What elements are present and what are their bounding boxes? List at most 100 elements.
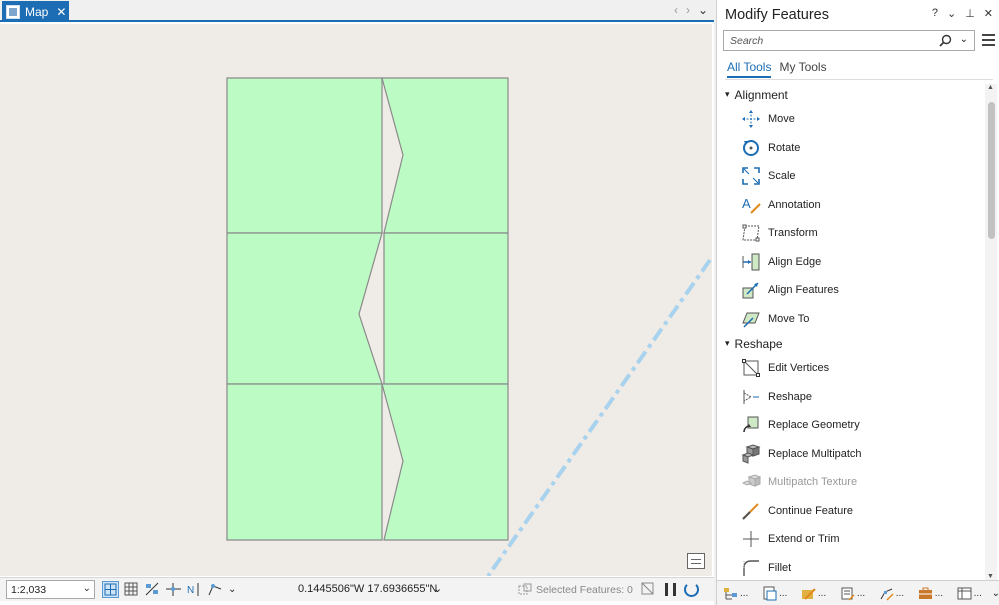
close-tab-icon[interactable]: ✕ xyxy=(56,6,66,18)
fixed-extent-icon[interactable] xyxy=(102,581,119,598)
pane-tab-1[interactable]: ... xyxy=(723,583,762,603)
pane-tab-6[interactable]: ... xyxy=(918,583,957,603)
parcel-polygon[interactable] xyxy=(383,232,509,385)
tool-align-edge[interactable]: Align Edge xyxy=(717,248,985,277)
chevron-down-icon[interactable]: ⌄ xyxy=(992,588,999,599)
chevron-down-icon[interactable]: ⌄ xyxy=(698,3,708,17)
group-header-alignment[interactable]: ▾ Alignment xyxy=(717,84,985,105)
tool-replace-multipatch[interactable]: Replace Multipatch xyxy=(717,440,985,469)
multipatch-texture-icon xyxy=(740,472,761,493)
move-icon xyxy=(740,109,761,130)
tool-reshape[interactable]: Reshape xyxy=(717,383,985,412)
chevron-down-icon[interactable]: ▾ xyxy=(725,89,730,100)
map-canvas[interactable] xyxy=(0,24,712,576)
scale-select[interactable]: 1:2,033 ⌄ xyxy=(6,580,95,599)
pane-tab-label: ... xyxy=(895,587,905,599)
parcel-polygon[interactable] xyxy=(226,77,383,234)
pane-tab-label: ... xyxy=(778,587,788,599)
tabs-divider xyxy=(725,79,993,80)
tool-move[interactable]: Move xyxy=(717,105,985,134)
parcel-polygon[interactable] xyxy=(381,383,509,541)
group-label: Reshape xyxy=(734,336,783,351)
chevron-down-icon[interactable]: ⌄ xyxy=(433,582,442,595)
svg-text:A: A xyxy=(742,196,751,211)
tool-transform[interactable]: Transform xyxy=(717,219,985,248)
chevron-left-icon[interactable]: ‹ xyxy=(674,3,678,17)
options-chevron-icon[interactable]: ⌄ xyxy=(947,7,956,20)
replace-geometry-icon xyxy=(740,415,761,436)
tool-align-features[interactable]: Align Features xyxy=(717,276,985,305)
pane-tab-label: ... xyxy=(856,587,866,599)
pane-tab-4[interactable]: ... xyxy=(840,583,879,603)
pane-tab-label: ... xyxy=(817,587,827,599)
refresh-icon[interactable] xyxy=(684,582,699,597)
tool-list-scrollbar[interactable]: ▲ ▼ xyxy=(985,84,997,580)
search-box[interactable]: ⌄ xyxy=(723,30,975,51)
pane-tab-label: ... xyxy=(740,587,749,599)
scroll-down-icon[interactable]: ▼ xyxy=(987,573,994,580)
dashed-boundary-line[interactable] xyxy=(486,258,712,576)
chevron-down-icon[interactable]: ⌄ xyxy=(960,34,968,45)
chevron-right-icon[interactable]: › xyxy=(686,3,690,17)
tool-edit-vertices[interactable]: Edit Vertices xyxy=(717,354,985,383)
rotate-icon xyxy=(740,137,761,158)
topology-icon[interactable] xyxy=(207,581,224,598)
scroll-up-icon[interactable]: ▲ xyxy=(987,84,994,91)
chevron-down-icon[interactable]: ⌄ xyxy=(228,584,236,595)
selected-features-label: Selected Features: 0 xyxy=(536,584,633,596)
parcel-polygon[interactable] xyxy=(381,77,509,234)
tool-rotate[interactable]: Rotate xyxy=(717,134,985,163)
selected-features[interactable]: Selected Features: 0 xyxy=(518,583,633,597)
selection-icon xyxy=(518,583,532,595)
tool-label: Move xyxy=(768,113,795,126)
annotation-icon: A xyxy=(740,194,761,215)
tool-replace-geometry[interactable]: Replace Geometry xyxy=(717,411,985,440)
menu-icon[interactable] xyxy=(982,34,995,46)
pin-icon[interactable]: ⊥ xyxy=(965,7,975,20)
scroll-thumb[interactable] xyxy=(988,102,995,239)
extend-trim-icon xyxy=(740,529,761,550)
tool-continue-feature[interactable]: Continue Feature xyxy=(717,497,985,526)
tool-label: Move To xyxy=(768,312,810,325)
tool-annotation[interactable]: A Annotation xyxy=(717,191,985,220)
pane-tab-5[interactable]: ... xyxy=(879,583,918,603)
group-header-reshape[interactable]: ▾ Reshape xyxy=(717,333,985,354)
search-input[interactable] xyxy=(730,34,930,47)
tool-multipatch-texture: Multipatch Texture xyxy=(717,468,985,497)
tool-label: Replace Multipatch xyxy=(768,447,862,460)
tool-move-to[interactable]: Move To xyxy=(717,305,985,334)
pane-tab-3[interactable]: ... xyxy=(801,583,840,603)
tool-fillet[interactable]: Fillet xyxy=(717,554,985,581)
tab-all-tools[interactable]: All Tools xyxy=(727,60,772,78)
pane-tab-7[interactable]: ... xyxy=(957,583,996,603)
parcel-polygon[interactable] xyxy=(226,383,383,541)
table-icon[interactable] xyxy=(640,581,657,598)
basemap-attribution-icon[interactable] xyxy=(687,553,705,569)
catalog-tab-icon xyxy=(723,586,738,601)
pane-tab-label: ... xyxy=(973,587,982,599)
search-icon[interactable] xyxy=(939,34,952,47)
tool-label: Reshape xyxy=(768,390,813,403)
tab-map[interactable]: Map ✕ xyxy=(2,1,69,22)
north-arrow-icon[interactable]: N xyxy=(186,581,203,598)
layout-tab-icon xyxy=(762,586,777,601)
snapping-icon[interactable] xyxy=(144,581,161,598)
chevron-down-icon[interactable]: ▾ xyxy=(725,338,730,349)
tool-label: Align Edge xyxy=(768,255,822,268)
constraints-icon[interactable] xyxy=(165,581,182,598)
tab-my-tools[interactable]: My Tools xyxy=(779,60,826,78)
tool-scale[interactable]: Scale xyxy=(717,162,985,191)
map-features[interactable] xyxy=(0,24,712,576)
tool-label: Scale xyxy=(768,170,796,183)
grid-icon[interactable] xyxy=(123,581,140,598)
map-pane: Map ✕ ‹ › ⌄ 1:2,033 ⌄ N ⌄ 0.1445506"W 17… xyxy=(0,0,714,605)
pause-icon[interactable] xyxy=(665,583,676,596)
help-icon[interactable]: ? xyxy=(932,7,938,20)
parcel-polygon[interactable] xyxy=(226,232,383,385)
panel-title: Modify Features xyxy=(725,7,829,23)
pane-tab-2[interactable]: ... xyxy=(762,583,801,603)
align-features-icon xyxy=(740,280,761,301)
tool-extend-or-trim[interactable]: Extend or Trim xyxy=(717,525,985,554)
close-icon[interactable]: ✕ xyxy=(984,7,993,20)
status-actions xyxy=(640,581,699,598)
